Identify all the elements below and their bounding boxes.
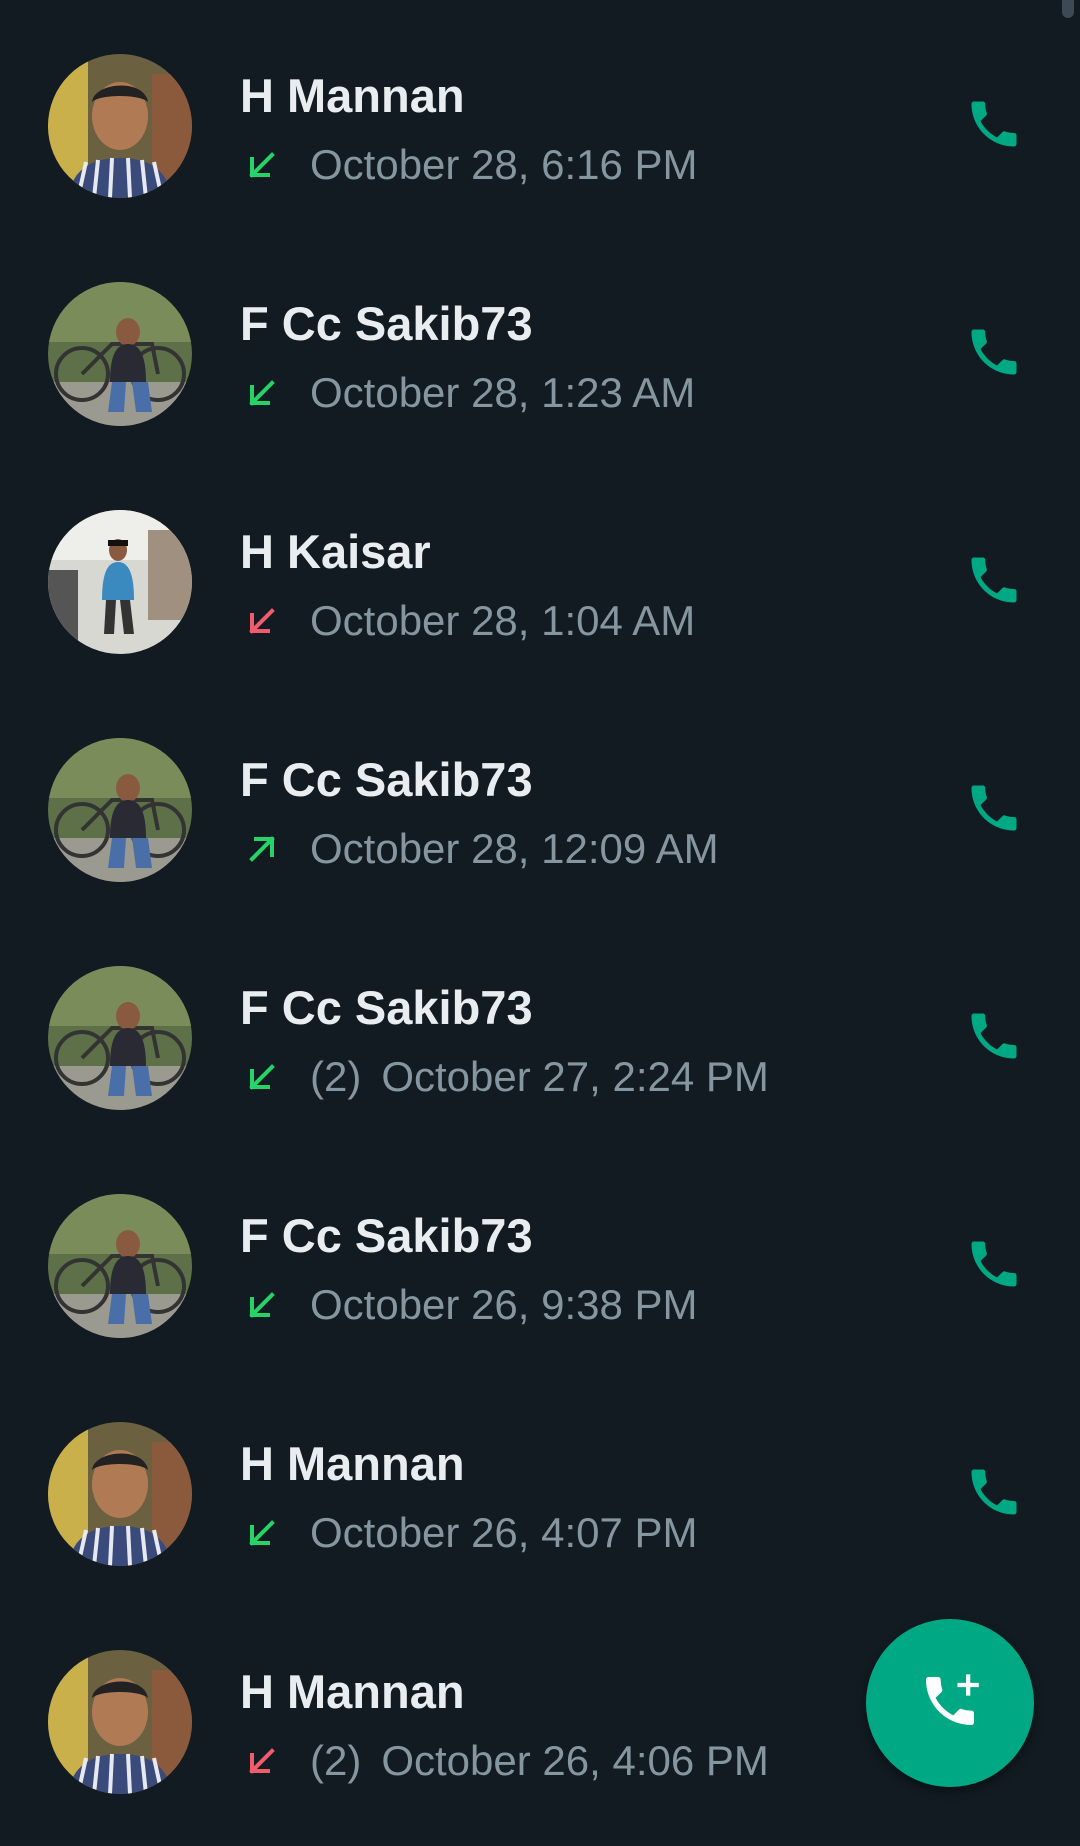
voice-call-button[interactable] <box>960 1232 1028 1300</box>
new-call-fab[interactable] <box>866 1619 1034 1787</box>
call-log-item[interactable]: F Cc Sakib73 October 28, 12:09 AM <box>0 684 1080 912</box>
phone-icon <box>964 1462 1024 1527</box>
phone-icon <box>964 550 1024 615</box>
arrow-down-left-icon <box>244 147 280 183</box>
call-meta: October 28, 1:04 AM <box>244 596 695 646</box>
phone-icon <box>964 1006 1024 1071</box>
call-log-item[interactable]: H Mannan October 28, 6:16 PM <box>0 0 1080 228</box>
voice-call-button[interactable] <box>960 548 1028 616</box>
add-call-icon <box>918 1669 982 1738</box>
contact-name: F Cc Sakib73 <box>240 297 533 350</box>
voice-call-button[interactable] <box>960 776 1028 844</box>
phone-icon <box>964 778 1024 843</box>
call-meta: October 26, 4:07 PM <box>244 1508 698 1558</box>
call-log-item[interactable]: F Cc Sakib73 October 26, 9:38 PM <box>0 1140 1080 1368</box>
call-count: (2) <box>310 1737 362 1784</box>
arrow-down-left-icon <box>244 603 280 639</box>
avatar[interactable] <box>48 282 192 426</box>
contact-name: H Mannan <box>240 1437 465 1490</box>
arrow-down-left-icon <box>244 375 280 411</box>
avatar[interactable] <box>48 1194 192 1338</box>
arrow-down-left-icon <box>244 1743 280 1779</box>
arrow-down-left-icon <box>244 1059 280 1095</box>
call-time: October 26, 4:06 PM <box>381 1737 769 1784</box>
call-log-item[interactable]: F Cc Sakib73 (2) October 27, 2:24 PM <box>0 912 1080 1140</box>
arrow-up-right-icon <box>244 831 280 867</box>
scrollbar[interactable] <box>1062 0 1074 18</box>
avatar[interactable] <box>48 1422 192 1566</box>
call-time: October 28, 1:04 AM <box>310 597 696 644</box>
call-time: October 26, 9:38 PM <box>310 1281 698 1328</box>
avatar[interactable] <box>48 54 192 198</box>
arrow-down-left-icon <box>244 1287 280 1323</box>
call-time: October 28, 12:09 AM <box>310 825 719 872</box>
call-meta: (2) October 26, 4:06 PM <box>244 1736 769 1786</box>
call-log-item[interactable]: H Mannan October 26, 4:07 PM <box>0 1368 1080 1596</box>
voice-call-button[interactable] <box>960 320 1028 388</box>
call-meta: October 26, 9:38 PM <box>244 1280 698 1330</box>
voice-call-button[interactable] <box>960 1460 1028 1528</box>
phone-icon <box>964 94 1024 159</box>
voice-call-button[interactable] <box>960 1004 1028 1072</box>
call-log-list: H Mannan October 28, 6:16 PM F Cc Sakib73 O… <box>0 0 1080 1824</box>
voice-call-button[interactable] <box>960 92 1028 160</box>
call-log-item[interactable]: H Kaisar October 28, 1:04 AM <box>0 456 1080 684</box>
avatar[interactable] <box>48 1650 192 1794</box>
avatar[interactable] <box>48 510 192 654</box>
avatar[interactable] <box>48 966 192 1110</box>
contact-name: H Kaisar <box>240 525 431 578</box>
arrow-down-left-icon <box>244 1515 280 1551</box>
phone-icon <box>964 322 1024 387</box>
call-time: October 26, 4:07 PM <box>310 1509 698 1556</box>
call-time: October 28, 6:16 PM <box>310 141 698 188</box>
contact-name: F Cc Sakib73 <box>240 753 533 806</box>
contact-name: F Cc Sakib73 <box>240 1209 533 1262</box>
call-time: October 28, 1:23 AM <box>310 369 696 416</box>
contact-name: F Cc Sakib73 <box>240 981 533 1034</box>
call-count: (2) <box>310 1053 362 1100</box>
call-meta: October 28, 6:16 PM <box>244 140 698 190</box>
contact-name: H Mannan <box>240 1665 465 1718</box>
call-log-item[interactable]: F Cc Sakib73 October 28, 1:23 AM <box>0 228 1080 456</box>
call-meta: (2) October 27, 2:24 PM <box>244 1052 769 1102</box>
contact-name: H Mannan <box>240 69 465 122</box>
phone-icon <box>964 1234 1024 1299</box>
call-time: October 27, 2:24 PM <box>381 1053 769 1100</box>
call-meta: October 28, 12:09 AM <box>244 824 719 874</box>
call-meta: October 28, 1:23 AM <box>244 368 695 418</box>
avatar[interactable] <box>48 738 192 882</box>
